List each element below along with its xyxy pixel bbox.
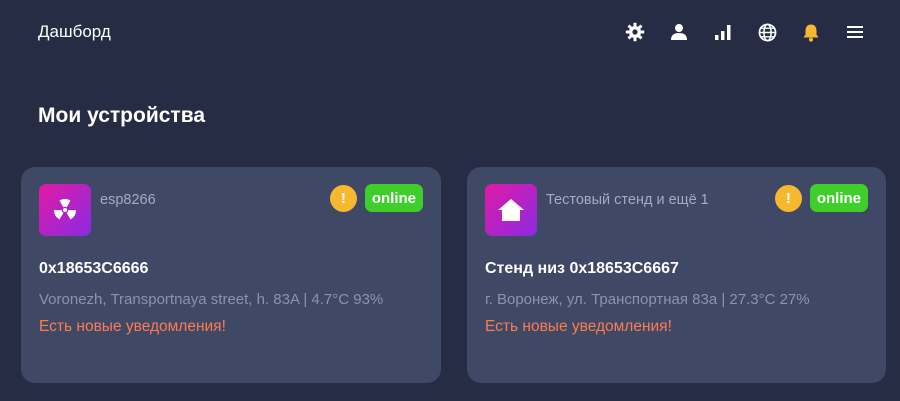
device-card[interactable]: Тестовый стенд и ещё 1 ! online Стенд ни…	[467, 167, 886, 383]
device-id: 0x18653C6666	[39, 260, 149, 277]
device-badges: ! online	[774, 184, 868, 212]
radiation-icon	[39, 184, 91, 236]
home-icon	[485, 184, 537, 236]
status-badge: online	[364, 184, 423, 212]
device-info: г. Воронеж, ул. Транспортная 83а | 27.3°…	[485, 291, 810, 308]
header-icons	[622, 19, 868, 45]
device-card-header: Тестовый стенд и ещё 1 ! online	[485, 184, 868, 254]
device-badges: ! online	[329, 184, 423, 212]
app-title[interactable]: Дашборд	[38, 22, 111, 42]
device-alert[interactable]: Есть новые уведомления!	[39, 313, 423, 341]
device-name: esp8266	[100, 192, 156, 208]
warning-badge[interactable]: !	[774, 184, 802, 212]
gear-icon[interactable]	[622, 19, 648, 45]
top-bar: Дашборд	[0, 0, 900, 64]
warning-badge[interactable]: !	[329, 184, 357, 212]
device-card-header: esp8266 ! online	[39, 184, 423, 254]
menu-icon[interactable]	[842, 19, 868, 45]
status-badge: online	[809, 184, 868, 212]
globe-icon[interactable]	[754, 19, 780, 45]
device-alert[interactable]: Есть новые уведомления!	[485, 313, 868, 341]
device-id: Стенд низ 0x18653C6667	[485, 260, 679, 277]
device-name: Тестовый стенд и ещё 1	[546, 192, 709, 208]
bar-chart-icon[interactable]	[710, 19, 736, 45]
device-card[interactable]: esp8266 ! online 0x18653C6666 Voronezh, …	[21, 167, 441, 383]
device-info: Voronezh, Transportnaya street, h. 83A |…	[39, 291, 384, 308]
user-icon[interactable]	[666, 19, 692, 45]
page-title: Мои устройства	[38, 104, 206, 127]
bell-icon[interactable]	[798, 19, 824, 45]
